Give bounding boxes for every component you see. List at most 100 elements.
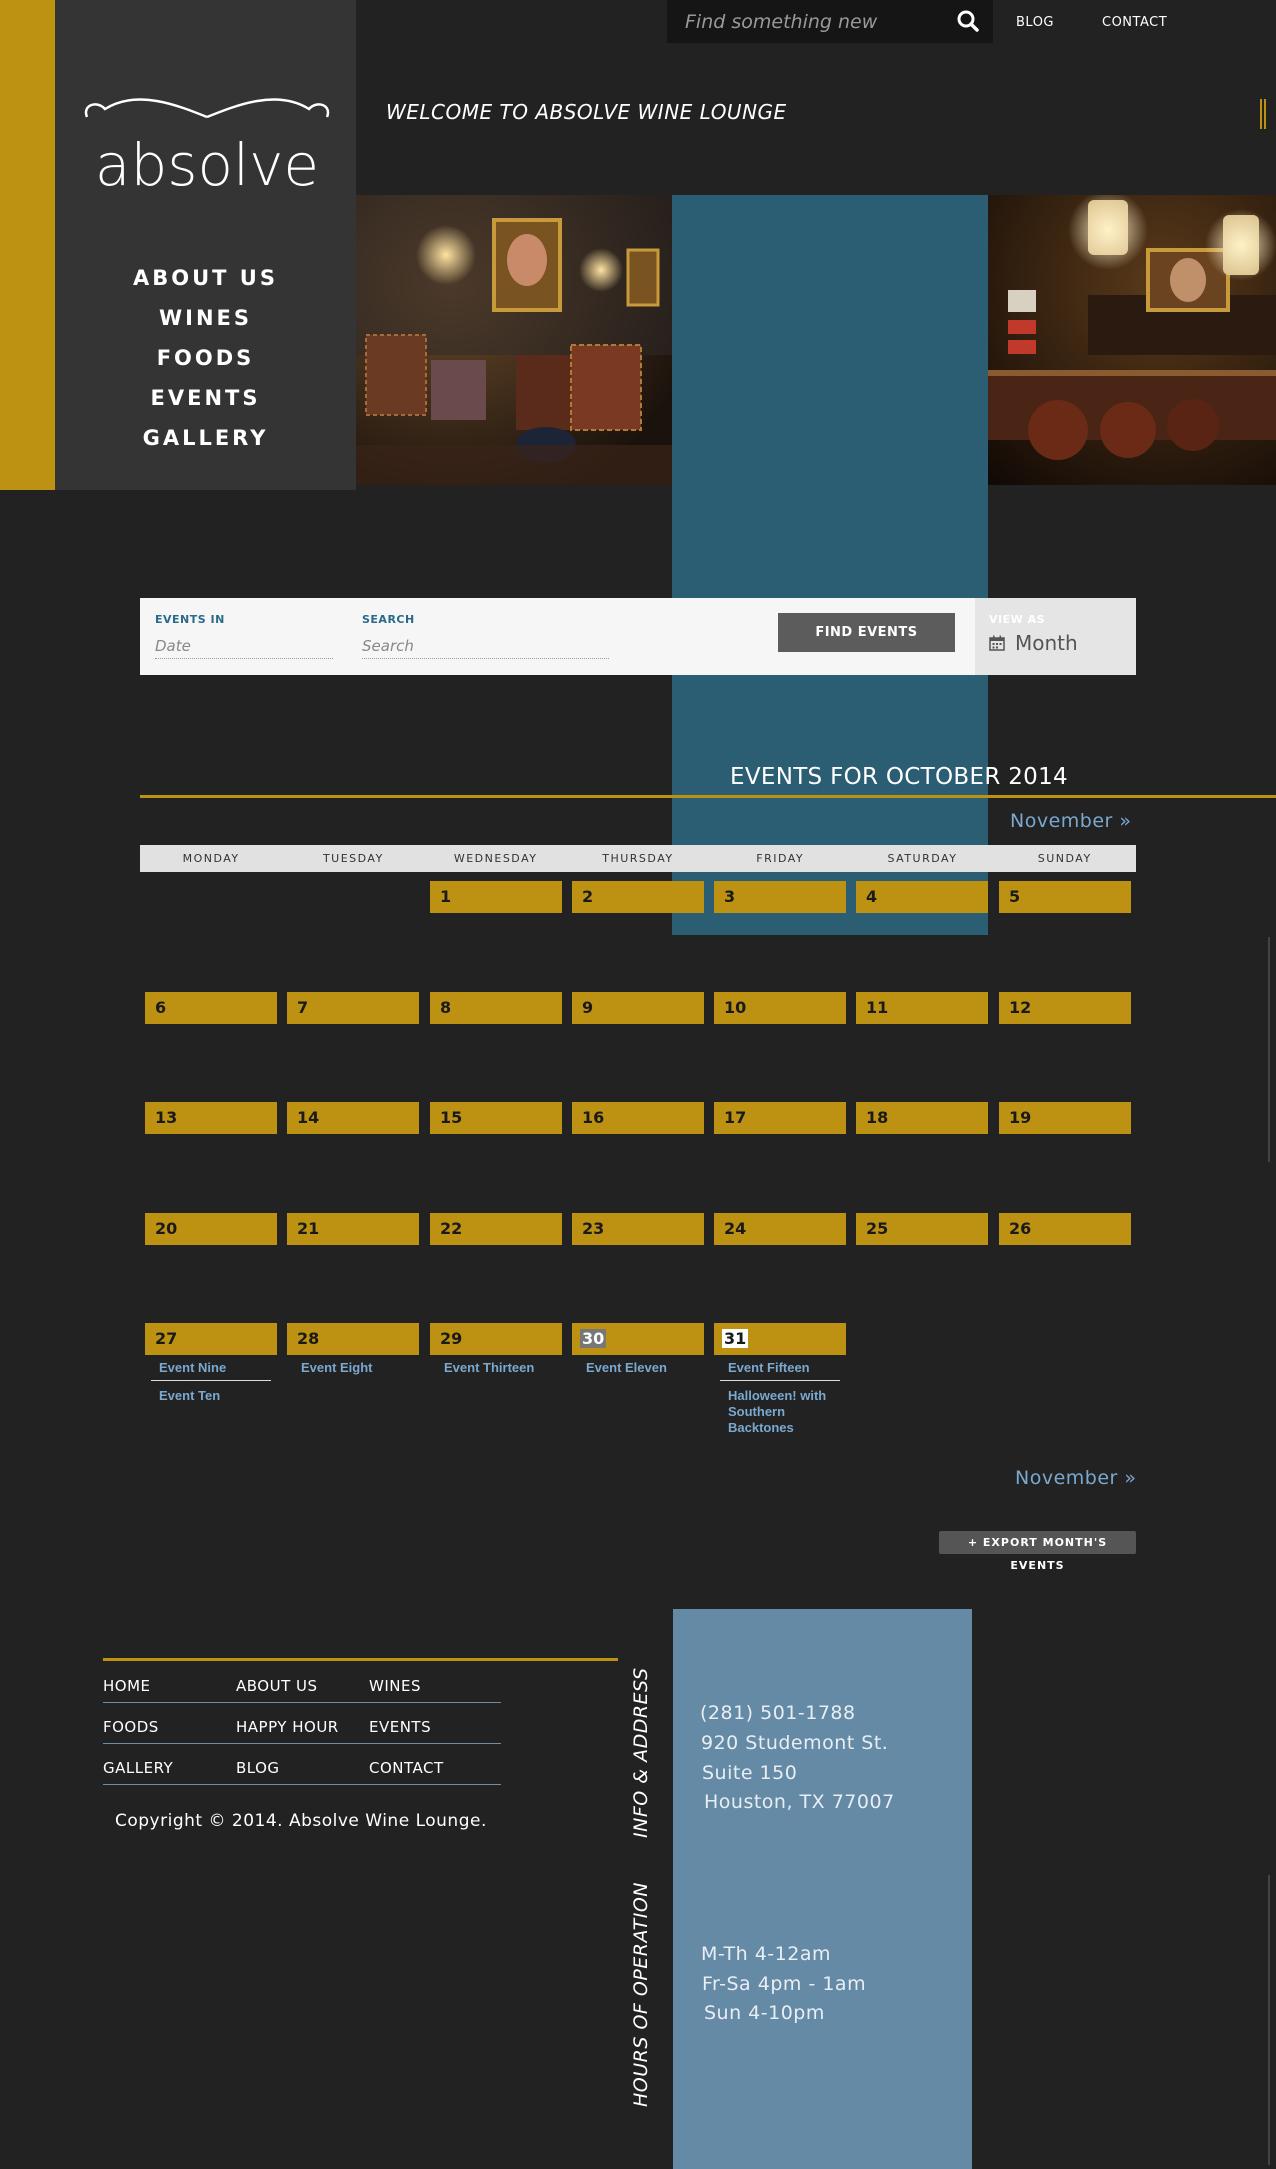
scroll-indicator [1268, 937, 1270, 1162]
event-link[interactable]: Event Fifteen [728, 1360, 840, 1376]
calendar-day-6[interactable]: 6 [145, 992, 277, 1024]
footer-gold-line [103, 1658, 618, 1661]
calendar-day-number: 7 [297, 998, 309, 1017]
search-icon[interactable] [953, 6, 983, 36]
events-filter-bar: EVENTS IN SEARCH FIND EVENTS VIEW AS Mon… [140, 598, 1136, 675]
event-link[interactable]: Halloween! with Southern Backtones [728, 1388, 840, 1436]
nav-item-about-us[interactable]: ABOUT US [55, 258, 356, 298]
calendar-day-number: 4 [866, 887, 878, 906]
calendar-day-16[interactable]: 16 [572, 1102, 704, 1134]
calendar-day-7[interactable]: 7 [287, 992, 419, 1024]
calendar-day-31[interactable]: 31 [714, 1323, 846, 1355]
absolve-logo[interactable]: absolve [77, 95, 337, 205]
calendar-day-17[interactable]: 17 [714, 1102, 846, 1134]
footer-link-contact[interactable]: CONTACT [369, 1759, 444, 1777]
calendar-day-number: 15 [440, 1108, 463, 1127]
calendar-day-29[interactable]: 29 [430, 1323, 562, 1355]
export-month-events-button[interactable]: + EXPORT MONTH'S EVENTS [939, 1531, 1136, 1572]
next-month-link-bottom[interactable]: November » [1015, 1467, 1137, 1489]
footer-link-events[interactable]: EVENTS [369, 1718, 431, 1736]
calendar-day-number: 8 [440, 998, 452, 1017]
view-as-selector[interactable]: VIEW AS Month [975, 598, 1136, 675]
calendar-day-number: 6 [155, 998, 167, 1017]
calendar-day-3[interactable]: 3 [714, 881, 846, 913]
nav-item-wines[interactable]: WINES [55, 298, 356, 338]
calendar-day-13[interactable]: 13 [145, 1102, 277, 1134]
calendar-day-23[interactable]: 23 [572, 1213, 704, 1245]
calendar-day-15[interactable]: 15 [430, 1102, 562, 1134]
calendar-day-10[interactable]: 10 [714, 992, 846, 1024]
calendar-day-1[interactable]: 1 [430, 881, 562, 913]
nav-item-gallery[interactable]: GALLERY [55, 418, 356, 458]
event-link[interactable]: Event Eleven [586, 1360, 698, 1376]
calendar-day-number: 5 [1009, 887, 1021, 906]
calendar-day-22[interactable]: 22 [430, 1213, 562, 1245]
date-input[interactable] [155, 633, 333, 659]
find-events-button[interactable]: FIND EVENTS [778, 613, 955, 652]
calendar-day-4[interactable]: 4 [856, 881, 988, 913]
weekday-header: MONDAY TUESDAY WEDNESDAY THURSDAY FRIDAY… [140, 845, 1136, 872]
gold-divider [140, 795, 1276, 798]
footer-separator [103, 1702, 501, 1703]
slider-handle[interactable] [1260, 99, 1266, 129]
top-link-blog[interactable]: BLOG [1016, 15, 1054, 30]
calendar-day-number: 26 [1009, 1219, 1032, 1238]
calendar-day-18[interactable]: 18 [856, 1102, 988, 1134]
next-month-link-top[interactable]: November » [1010, 810, 1132, 832]
calendar-day-5[interactable]: 5 [999, 881, 1131, 913]
address-line-3: Houston, TX 77007 [704, 1791, 895, 1813]
view-as-value: Month [1015, 631, 1078, 655]
calendar-day-8[interactable]: 8 [430, 992, 562, 1024]
search-label: SEARCH [362, 613, 415, 626]
weekday-monday: MONDAY [182, 852, 240, 865]
footer-link-home[interactable]: HOME [103, 1677, 151, 1695]
calendar-day-number: 10 [724, 998, 747, 1017]
calendar-day-25[interactable]: 25 [856, 1213, 988, 1245]
calendar-day-2[interactable]: 2 [572, 881, 704, 913]
footer-link-blog[interactable]: BLOG [236, 1759, 280, 1777]
event-link[interactable]: Event Nine [159, 1360, 271, 1376]
event-link[interactable]: Event Thirteen [444, 1360, 556, 1376]
top-link-contact[interactable]: CONTACT [1102, 15, 1167, 30]
event-link[interactable]: Event Eight [301, 1360, 413, 1376]
calendar-day-number: 27 [155, 1329, 178, 1348]
event-link[interactable]: Event Ten [159, 1388, 271, 1404]
calendar-day-20[interactable]: 20 [145, 1213, 277, 1245]
footer-link-about-us[interactable]: ABOUT US [236, 1677, 318, 1695]
calendar-day-24[interactable]: 24 [714, 1213, 846, 1245]
footer-link-happy-hour[interactable]: HAPPY HOUR [236, 1718, 339, 1736]
calendar-day-number: 31 [722, 1329, 749, 1348]
footer-link-foods[interactable]: FOODS [103, 1718, 159, 1736]
calendar-day-number: 23 [582, 1219, 605, 1238]
calendar-day-number: 13 [155, 1108, 178, 1127]
calendar-day-19[interactable]: 19 [999, 1102, 1131, 1134]
footer-link-gallery[interactable]: GALLERY [103, 1759, 173, 1777]
calendar-day-12[interactable]: 12 [999, 992, 1131, 1024]
calendar-day-number: 20 [155, 1219, 178, 1238]
info-address-title: INFO & ADDRESS [630, 1667, 652, 1838]
site-search-input[interactable] [685, 8, 925, 36]
weekday-sunday: SUNDAY [1037, 852, 1092, 865]
calendar-day-30[interactable]: 30 [572, 1323, 704, 1355]
calendar-day-9[interactable]: 9 [572, 992, 704, 1024]
calendar-day-27[interactable]: 27 [145, 1323, 277, 1355]
calendar-day-number: 29 [440, 1329, 463, 1348]
calendar-day-11[interactable]: 11 [856, 992, 988, 1024]
calendar-day-21[interactable]: 21 [287, 1213, 419, 1245]
event-search-input[interactable] [362, 633, 609, 659]
weekday-wednesday: WEDNESDAY [453, 852, 538, 865]
nav-item-foods[interactable]: FOODS [55, 338, 356, 378]
footer-link-wines[interactable]: WINES [369, 1677, 421, 1695]
calendar-day-number: 14 [297, 1108, 320, 1127]
calendar-day-number: 24 [724, 1219, 747, 1238]
view-as-label: VIEW AS [989, 613, 1046, 626]
calendar-day-number: 3 [724, 887, 736, 906]
phone-number[interactable]: (281) 501-1788 [700, 1702, 856, 1724]
weekday-saturday: SATURDAY [887, 852, 958, 865]
calendar-day-14[interactable]: 14 [287, 1102, 419, 1134]
bar-photo [988, 195, 1276, 485]
calendar-day-28[interactable]: 28 [287, 1323, 419, 1355]
calendar-day-26[interactable]: 26 [999, 1213, 1131, 1245]
nav-item-events[interactable]: EVENTS [55, 378, 356, 418]
welcome-heading: WELCOME TO ABSOLVE WINE LOUNGE [386, 100, 787, 124]
